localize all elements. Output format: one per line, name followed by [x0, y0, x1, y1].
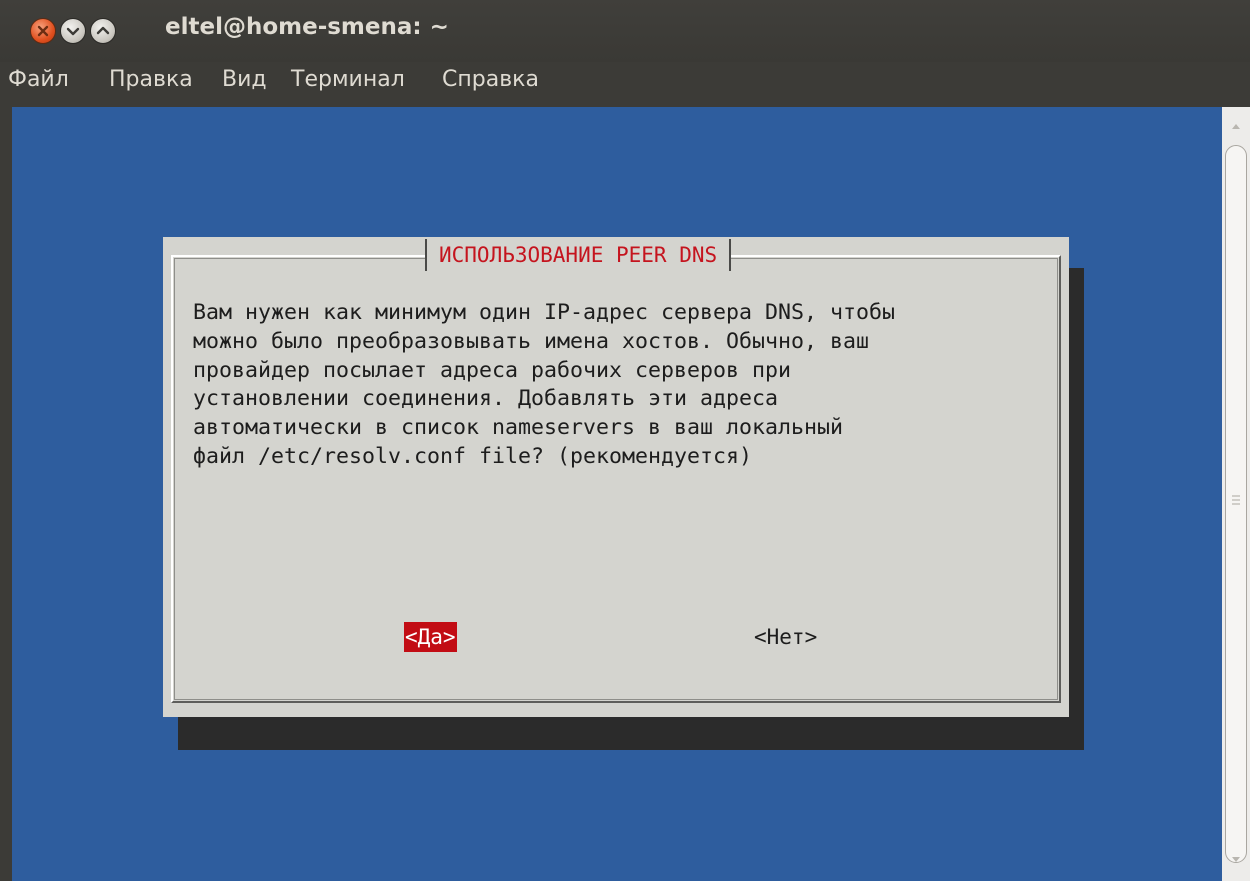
grip-icon	[1232, 495, 1240, 505]
menu-terminal[interactable]: Терминал	[291, 67, 405, 92]
scroll-down-arrow-icon[interactable]	[1230, 855, 1242, 865]
menu-file[interactable]: Файл	[8, 67, 69, 92]
maximize-icon[interactable]	[90, 18, 116, 44]
scroll-up-arrow-icon[interactable]	[1230, 121, 1242, 131]
no-button[interactable]: <Нет>	[753, 622, 818, 652]
dialog-message: Вам нужен как минимум один IP-адрес серв…	[193, 300, 896, 469]
menu-bar: Файл Правка Вид Терминал Справка	[0, 62, 1250, 106]
close-icon[interactable]	[30, 18, 56, 44]
menu-view[interactable]: Вид	[222, 67, 267, 92]
menu-edit[interactable]: Правка	[109, 67, 193, 92]
scrollbar-thumb[interactable]	[1225, 145, 1247, 863]
vertical-scrollbar[interactable]	[1222, 107, 1250, 881]
terminal-window: eltel@home-smena: ~ Файл Правка Вид Терм…	[0, 0, 1250, 881]
menu-help[interactable]: Справка	[442, 67, 539, 92]
title-bar[interactable]: eltel@home-smena: ~	[0, 0, 1250, 62]
yes-button[interactable]: <Да>	[404, 622, 457, 652]
minimize-icon[interactable]	[60, 18, 86, 44]
window-title: eltel@home-smena: ~	[165, 14, 449, 40]
peer-dns-dialog: ИСПОЛЬЗОВАНИЕ PEER DNS Вам нужен как мин…	[163, 237, 1069, 717]
dialog-title: ИСПОЛЬЗОВАНИЕ PEER DNS	[425, 239, 732, 271]
